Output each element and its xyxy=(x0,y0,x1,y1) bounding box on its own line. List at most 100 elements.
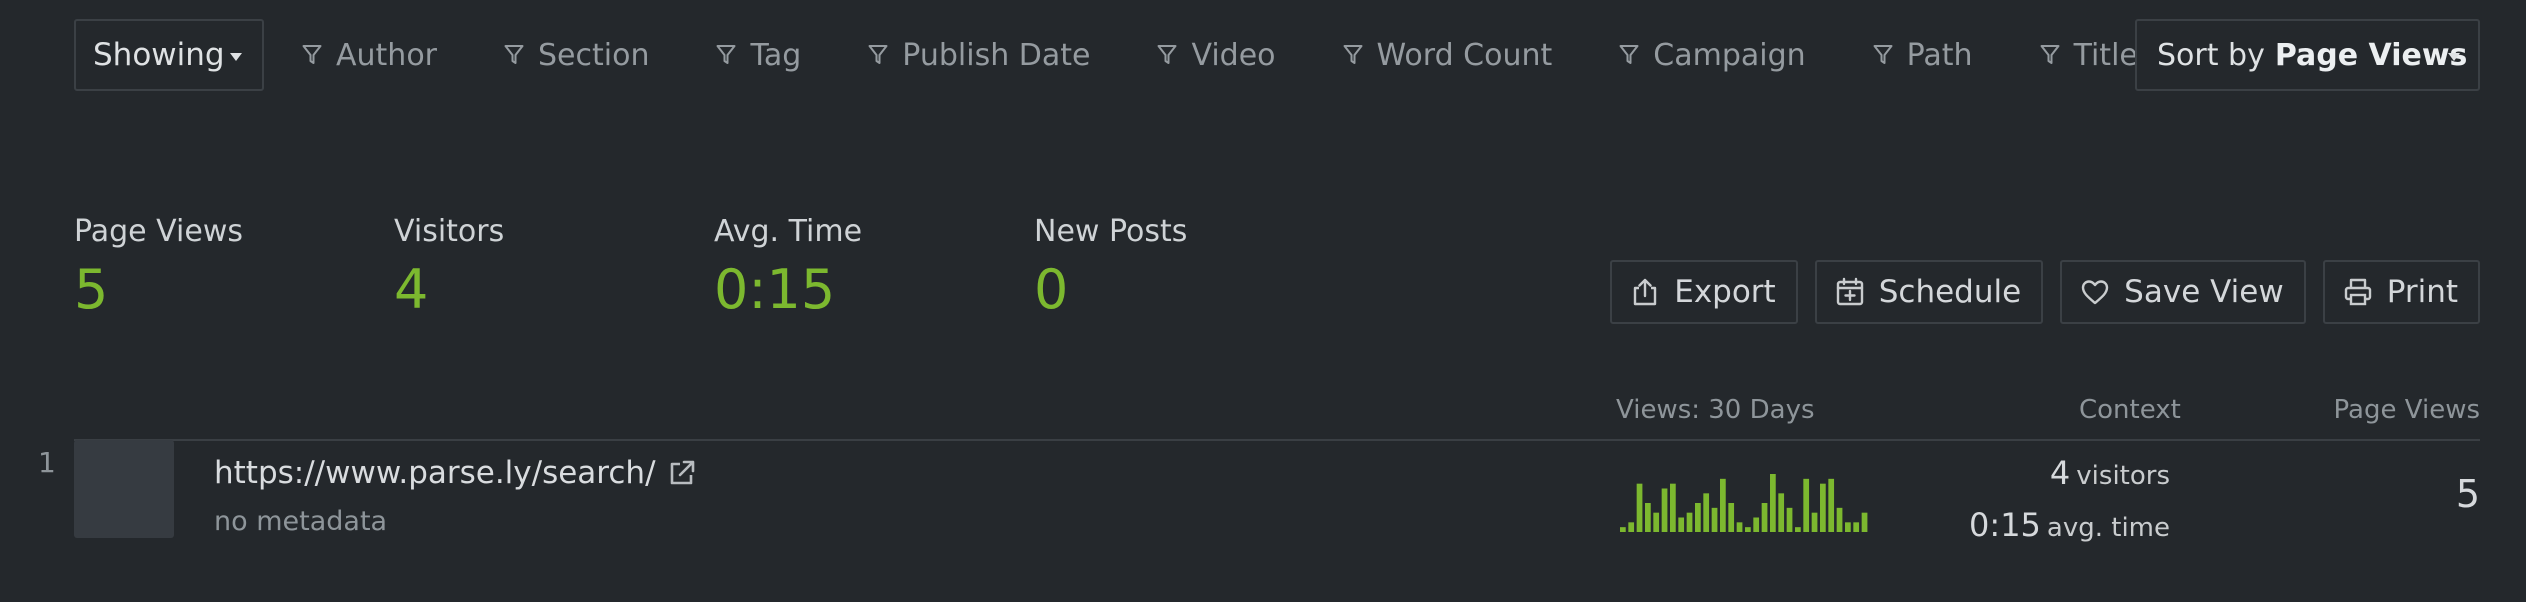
sparkline-bar xyxy=(1670,483,1676,532)
filter-path[interactable]: Path xyxy=(1873,38,1973,73)
sparkline-bar xyxy=(1770,474,1776,532)
row-rank: 1 xyxy=(38,446,56,479)
filter-label: Path xyxy=(1906,37,1973,73)
export-label: Export xyxy=(1674,274,1776,310)
sort-by-dropdown[interactable]: Sort by Page Views xyxy=(2135,19,2480,91)
filter-title[interactable]: Title xyxy=(2040,38,2138,73)
showing-dropdown[interactable]: Showing xyxy=(74,19,264,91)
avg-time-label: avg. time xyxy=(2046,513,2170,543)
sparkline-bar xyxy=(1803,478,1810,532)
sparkline-bar xyxy=(1736,522,1743,532)
funnel-icon xyxy=(1873,45,1893,64)
metric-value: 0 xyxy=(1034,258,1069,321)
sparkline-bar xyxy=(1628,522,1635,532)
visitors-count: 4 xyxy=(2049,454,2071,492)
sparkline-bar xyxy=(1703,493,1710,532)
funnel-icon xyxy=(2040,45,2060,64)
filter-author[interactable]: Author xyxy=(302,38,437,73)
sparkline-bar xyxy=(1745,527,1751,532)
filter-section[interactable]: Section xyxy=(504,38,649,73)
external-link-icon[interactable] xyxy=(666,457,698,489)
column-header-page-views[interactable]: Page Views xyxy=(2334,395,2480,425)
sparkline-bar xyxy=(1695,503,1701,532)
funnel-icon xyxy=(504,45,524,64)
print-button[interactable]: Print xyxy=(2322,260,2480,324)
views-sparkline xyxy=(1620,474,1868,532)
print-label: Print xyxy=(2386,274,2458,310)
metric-label: Avg. Time xyxy=(714,214,863,249)
filter-label: Video xyxy=(1191,37,1276,73)
sparkline-bar xyxy=(1795,527,1801,532)
sparkline-bar xyxy=(1620,527,1626,532)
post-metadata: no metadata xyxy=(214,506,388,537)
save-view-button[interactable]: Save View xyxy=(2060,260,2306,324)
funnel-icon xyxy=(868,45,888,64)
sparkline-bar xyxy=(1820,483,1826,532)
save-view-label: Save View xyxy=(2124,274,2284,310)
sort-by-prefix: Sort by xyxy=(2157,37,2265,73)
sparkline-bar xyxy=(1761,503,1768,532)
filter-label: Campaign xyxy=(1653,37,1806,73)
funnel-icon xyxy=(716,45,736,64)
sparkline-bar xyxy=(1828,478,1835,532)
funnel-icon xyxy=(302,45,322,64)
caret-down-icon xyxy=(230,53,242,61)
sparkline-bar xyxy=(1728,503,1735,532)
context-avg-time: 0:15 avg. time xyxy=(1969,506,2170,544)
showing-label: Showing xyxy=(93,37,225,73)
post-thumbnail xyxy=(74,440,174,538)
metric-avg-time: Avg. Time 0:15 xyxy=(714,214,862,317)
metric-label: Visitors xyxy=(394,214,505,249)
avg-time-value: 0:15 xyxy=(1969,506,2041,544)
filter-label: Word Count xyxy=(1376,37,1553,73)
schedule-label: Schedule xyxy=(1878,274,2022,310)
sparkline-bar xyxy=(1645,503,1651,532)
caret-down-icon xyxy=(2448,53,2460,61)
printer-icon xyxy=(2344,278,2371,306)
sparkline-bar xyxy=(1845,522,1851,532)
filter-campaign[interactable]: Campaign xyxy=(1619,37,1806,73)
metric-page-views: Page Views 5 xyxy=(74,214,243,317)
filter-label: Publish Date xyxy=(902,37,1091,73)
filter-list: Author Section Tag Publish Date Video Wo… xyxy=(302,19,2205,91)
funnel-icon xyxy=(1157,45,1177,64)
filter-bar: Showing Author Section Tag Publish Date xyxy=(74,19,2480,91)
export-button[interactable]: Export xyxy=(1610,260,1798,324)
metric-value: 4 xyxy=(394,258,429,321)
metric-label: New Posts xyxy=(1034,214,1188,249)
metric-visitors: Visitors 4 xyxy=(394,214,504,317)
metric-value: 5 xyxy=(74,258,109,321)
sparkline-bar xyxy=(1811,512,1818,532)
filter-word-count[interactable]: Word Count xyxy=(1343,37,1553,73)
sparkline-bar xyxy=(1753,517,1760,532)
sparkline-bar xyxy=(1778,493,1785,532)
column-header-views-30-days: Views: 30 Days xyxy=(1616,395,1815,425)
schedule-button[interactable]: Schedule xyxy=(1814,260,2044,324)
post-url[interactable]: https://www.parse.ly/search/ xyxy=(214,455,656,491)
sparkline-bar xyxy=(1720,478,1726,532)
calendar-plus-icon xyxy=(1836,277,1863,306)
filter-label: Author xyxy=(336,37,438,73)
sparkline-bar xyxy=(1653,512,1660,532)
funnel-icon xyxy=(1619,45,1639,64)
filter-publish-date[interactable]: Publish Date xyxy=(868,38,1090,73)
action-buttons: Export Schedule Save View Print xyxy=(1593,260,2480,324)
sparkline-bar xyxy=(1836,507,1843,532)
filter-tag[interactable]: Tag xyxy=(716,38,801,73)
heart-icon xyxy=(2081,280,2109,305)
filter-video[interactable]: Video xyxy=(1157,37,1276,73)
dashboard: Showing Author Section Tag Publish Date xyxy=(0,0,2526,602)
sparkline-bar xyxy=(1861,512,1868,532)
filter-label: Title xyxy=(2073,37,2138,73)
sparkline-bar xyxy=(1686,512,1693,532)
sparkline-bar xyxy=(1786,507,1793,532)
sparkline-bar xyxy=(1678,517,1685,532)
export-icon xyxy=(1634,278,1657,306)
post-url-link[interactable]: https://www.parse.ly/search/ xyxy=(214,455,698,491)
sparkline-bar xyxy=(1661,488,1668,532)
row-page-views: 5 xyxy=(2455,472,2480,516)
column-header-context[interactable]: Context xyxy=(2079,395,2181,425)
sparkline-bar xyxy=(1636,483,1643,532)
context-visitors: 4 visitors xyxy=(2050,454,2170,492)
sort-by-value: Page Views xyxy=(2274,37,2468,73)
